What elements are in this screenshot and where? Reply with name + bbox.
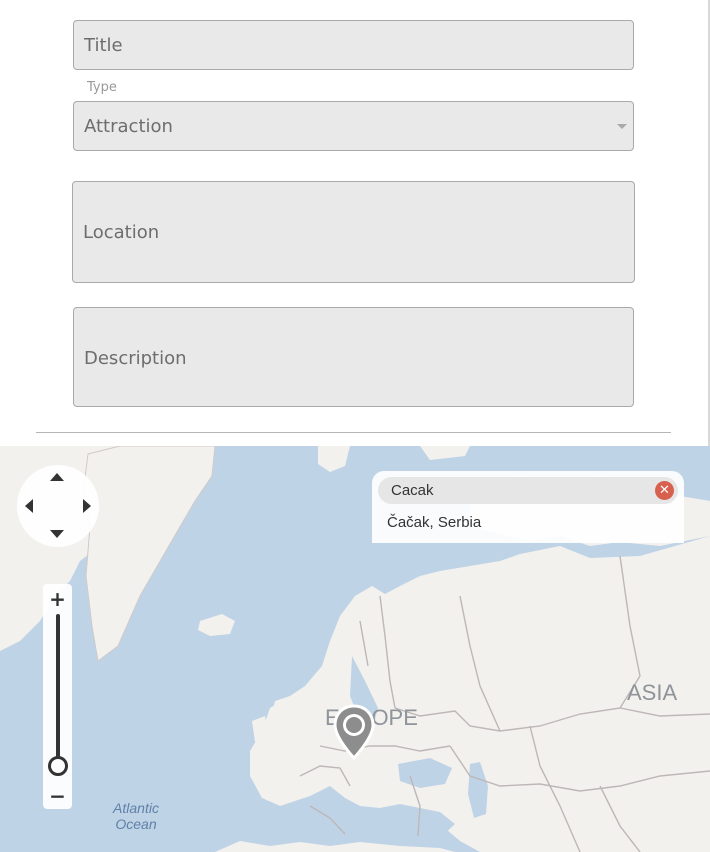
map-label-ocean: Atlantic Ocean: [113, 800, 159, 832]
land-svalbard: [318, 446, 350, 472]
close-icon[interactable]: ✕: [655, 481, 674, 500]
pan-up-icon[interactable]: [50, 473, 64, 481]
type-label: Type: [87, 80, 117, 95]
land-north-africa: [215, 841, 455, 852]
type-select[interactable]: Attraction: [73, 101, 634, 151]
location-field[interactable]: Location: [72, 181, 635, 283]
pan-right-icon[interactable]: [83, 499, 91, 513]
chevron-down-icon: [617, 124, 627, 129]
title-placeholder: Title: [84, 35, 123, 56]
zoom-out-button[interactable]: −: [43, 784, 72, 808]
land-greenland: [83, 446, 216, 662]
description-field[interactable]: Description: [73, 307, 634, 407]
pan-left-icon[interactable]: [25, 499, 33, 513]
land-iceland: [198, 614, 235, 636]
location-pin-icon[interactable]: [332, 704, 376, 760]
search-suggestion[interactable]: Čačak, Serbia: [387, 514, 481, 531]
title-field[interactable]: Title: [73, 20, 634, 70]
type-value: Attraction: [84, 116, 173, 137]
divider: [36, 432, 671, 433]
zoom-slider-track[interactable]: [56, 614, 60, 764]
land-franz-josef: [420, 446, 470, 460]
map-label-asia: ASIA: [627, 680, 678, 705]
location-placeholder: Location: [83, 222, 160, 243]
map-search-input[interactable]: [378, 477, 678, 504]
description-placeholder: Description: [84, 348, 187, 369]
pan-down-icon[interactable]: [50, 530, 64, 538]
zoom-in-button[interactable]: +: [43, 587, 72, 611]
zoom-slider-thumb[interactable]: [48, 756, 68, 776]
